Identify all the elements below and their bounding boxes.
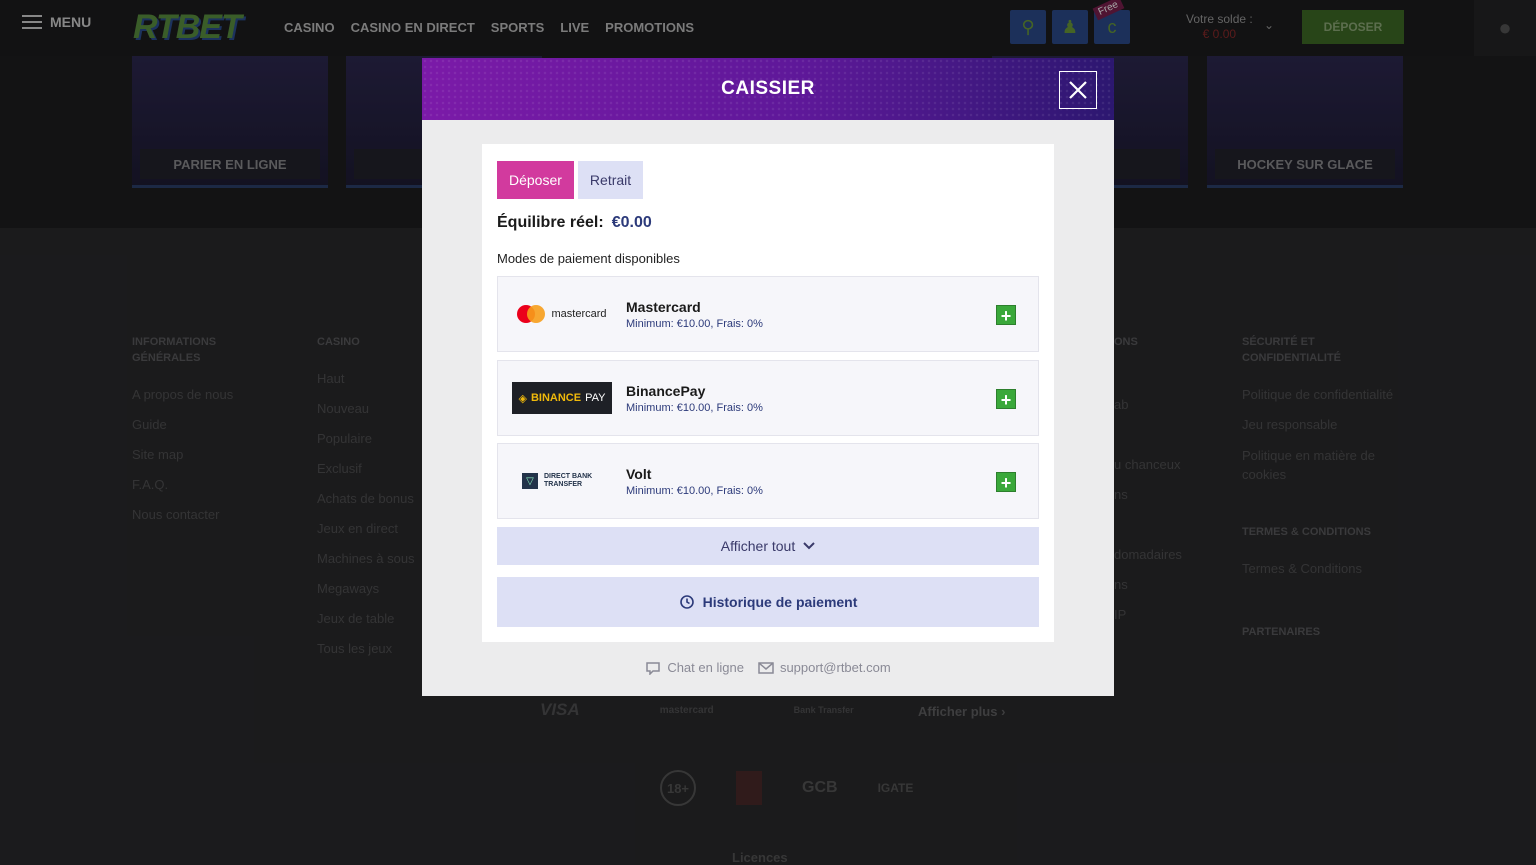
binance-logo-text: BINANCE — [530, 392, 582, 404]
volt-v-icon: ▽ — [522, 473, 538, 489]
cashier-modal: CAISSIER Déposer Retrait Équilibre réel:… — [422, 58, 1114, 696]
support-email-link[interactable]: support@rtbet.com — [758, 660, 891, 675]
show-all-label: Afficher tout — [720, 538, 796, 554]
support-email-label: support@rtbet.com — [779, 660, 891, 675]
payment-method-name: BinancePay — [626, 383, 706, 399]
close-button[interactable] — [1059, 71, 1097, 109]
real-balance: Équilibre réel: €0.00 — [497, 214, 652, 232]
show-all-button[interactable]: Afficher tout — [497, 527, 1039, 565]
mastercard-circles-icon — [517, 305, 546, 323]
add-payment-volt-button[interactable]: + — [996, 472, 1016, 493]
modal-footer: Chat en ligne support@rtbet.com — [422, 660, 1114, 675]
real-balance-label: Équilibre réel: — [497, 214, 604, 231]
binance-diamond-icon: ◈ — [518, 392, 527, 405]
mastercard-logo: mastercard — [512, 296, 612, 332]
payment-history-button[interactable]: Historique de paiement — [497, 577, 1039, 627]
tab-withdraw[interactable]: Retrait — [577, 161, 644, 199]
payment-method-name: Volt — [626, 466, 652, 482]
volt-logo: ▽ DIRECT BANK TRANSFER — [512, 463, 612, 499]
payment-modes-label: Modes de paiement disponibles — [497, 251, 680, 266]
live-chat-link[interactable]: Chat en ligne — [645, 660, 744, 675]
mastercard-logo-text: mastercard — [551, 308, 607, 320]
add-payment-mastercard-button[interactable]: + — [996, 305, 1016, 326]
chevron-down-icon — [803, 542, 815, 550]
cashier-card: Déposer Retrait Équilibre réel: €0.00 Mod… — [482, 144, 1054, 642]
volt-logo-text: DIRECT BANK TRANSFER — [544, 473, 593, 488]
mail-icon — [758, 661, 774, 674]
payment-method-details: Minimum: €10.00, Frais: 0% — [626, 402, 763, 414]
modal-header: CAISSIER — [422, 58, 1114, 120]
close-icon — [1069, 81, 1087, 99]
payment-method-volt[interactable]: ▽ DIRECT BANK TRANSFER Volt Minimum: €10… — [497, 443, 1039, 519]
volt-logo-box: ▽ DIRECT BANK TRANSFER — [522, 473, 602, 489]
history-icon — [679, 595, 694, 609]
binancepay-logo: ◈ BINANCE PAY — [512, 380, 612, 416]
payment-method-details: Minimum: €10.00, Frais: 0% — [626, 318, 763, 330]
modal-title: CAISSIER — [721, 78, 815, 99]
tab-deposit[interactable]: Déposer — [497, 161, 574, 199]
real-balance-value: €0.00 — [611, 214, 652, 231]
payment-method-mastercard[interactable]: mastercard Mastercard Minimum: €10.00, F… — [497, 276, 1039, 352]
payment-method-details: Minimum: €10.00, Frais: 0% — [626, 485, 763, 497]
payment-history-label: Historique de paiement — [702, 594, 858, 610]
payment-method-binancepay[interactable]: ◈ BINANCE PAY BinancePay Minimum: €10.00… — [497, 360, 1039, 436]
chat-icon — [646, 661, 661, 675]
binancepay-logo-box: ◈ BINANCE PAY — [512, 382, 612, 414]
live-chat-label: Chat en ligne — [667, 660, 744, 675]
add-payment-binancepay-button[interactable]: + — [996, 389, 1016, 410]
cashier-tabs: Déposer Retrait — [497, 161, 644, 199]
payment-method-name: Mastercard — [626, 299, 701, 315]
binance-pay-text: PAY — [585, 392, 606, 404]
